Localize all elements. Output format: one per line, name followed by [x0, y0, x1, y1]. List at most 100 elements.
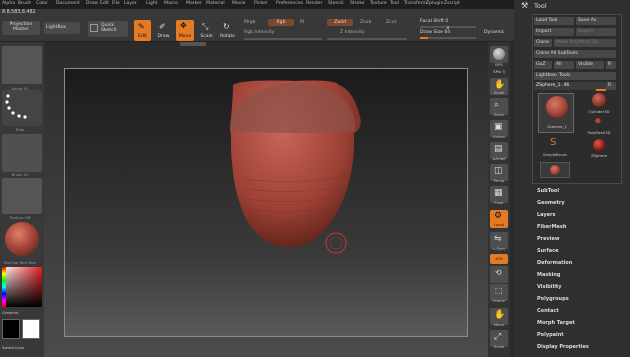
- tool-tile-zsphere-current[interactable]: Zsphere_1: [538, 93, 574, 133]
- all-button[interactable]: All: [554, 61, 574, 69]
- make-polymesh-button[interactable]: Make PolyMesh3D: [554, 39, 616, 47]
- lightbox-button[interactable]: LightBox: [44, 22, 80, 34]
- document-canvas[interactable]: [64, 68, 468, 337]
- texture-thumbnail[interactable]: [2, 178, 42, 214]
- secondary-color-swatch[interactable]: [22, 319, 40, 339]
- subpalette-subtool[interactable]: SubTool: [537, 188, 559, 194]
- menu-item-texture[interactable]: Texture: [370, 1, 387, 6]
- menu-item-document[interactable]: Document: [56, 1, 80, 6]
- menu-item-render[interactable]: Render: [306, 1, 322, 6]
- menu-item-file[interactable]: File: [112, 1, 120, 6]
- import-button[interactable]: Import: [534, 28, 574, 36]
- tool-tile-cylinder3d[interactable]: Cylinder3D: [584, 92, 614, 116]
- subpalette-surface[interactable]: Surface: [537, 248, 559, 254]
- color-picker[interactable]: [2, 267, 42, 307]
- draw-size-slider[interactable]: [420, 37, 476, 39]
- menu-item-brush[interactable]: Brush: [18, 1, 31, 6]
- menu-item-zscript[interactable]: Zscript: [444, 1, 460, 6]
- lightbox-tools-button[interactable]: Lightbox› Tools: [534, 72, 616, 80]
- tool-tile-zsphere[interactable]: ZSphere: [584, 138, 614, 162]
- menu-item-transform[interactable]: Transform: [404, 1, 427, 6]
- menu-item-draw[interactable]: Draw: [86, 1, 98, 6]
- quick-sketch-button[interactable]: Quick Sketch: [88, 21, 128, 37]
- goz-button[interactable]: GoZ: [534, 61, 552, 69]
- menu-item-zplugin[interactable]: Zplugin: [426, 1, 443, 6]
- stroke-thumbnail[interactable]: [2, 90, 42, 126]
- rotate-button[interactable]: ↻ Rotate: [219, 20, 236, 41]
- export-button[interactable]: Export: [576, 28, 616, 36]
- alpha-thumbnail[interactable]: [2, 46, 42, 84]
- scale-view-label: Scale: [493, 344, 505, 349]
- menu-item-marker[interactable]: Marker: [186, 1, 202, 6]
- subpalette-visibility[interactable]: Visibility: [537, 284, 562, 290]
- draw-button[interactable]: ✐ Draw: [155, 20, 172, 41]
- menu-item-edit[interactable]: Edit: [100, 1, 109, 6]
- load-tool-button[interactable]: Load Tool: [534, 17, 574, 25]
- clone-all-subtools-button[interactable]: Clone All SubTools: [534, 50, 616, 58]
- zcut-toggle[interactable]: Zcut: [386, 20, 396, 25]
- menu-item-macro[interactable]: Macro: [164, 1, 178, 6]
- lsym-label: L.Sym: [493, 246, 505, 251]
- subpalette-preview[interactable]: Preview: [537, 236, 560, 242]
- menu-item-material[interactable]: Material: [206, 1, 225, 6]
- switch-color-button[interactable]: SwitchColor: [2, 345, 42, 350]
- z-intensity-slider[interactable]: [327, 38, 407, 40]
- menu-item-picker[interactable]: Picker: [254, 1, 268, 6]
- tool-tile-polymesh3d[interactable]: ✸ PolyMesh3D: [584, 117, 614, 139]
- mrgb-toggle[interactable]: Mrgb: [244, 20, 256, 25]
- material-thumbnail[interactable]: [2, 220, 42, 260]
- menu-item-alpha[interactable]: Alpha: [2, 1, 15, 6]
- rotate-small-button[interactable]: ⟲: [490, 266, 508, 283]
- menu-item-preferences[interactable]: Preferences: [276, 1, 303, 6]
- zsphere-model[interactable]: [65, 69, 469, 338]
- save-as-button[interactable]: Save As: [576, 17, 616, 25]
- menu-item-movie[interactable]: Movie: [232, 1, 246, 6]
- menu-item-tool[interactable]: Tool: [390, 1, 399, 6]
- projection-master-button[interactable]: Projection Master: [2, 21, 40, 35]
- tool-tile-simplebrush[interactable]: S SimpleBrush: [538, 137, 572, 161]
- r-button[interactable]: R: [606, 61, 616, 69]
- menu-item-layer[interactable]: Layer: [124, 1, 137, 6]
- rgb-toggle[interactable]: Rgb: [268, 19, 294, 26]
- scale-view-icon: ⤢: [494, 332, 502, 342]
- focal-shift-handle[interactable]: [447, 26, 449, 29]
- visible-button[interactable]: Visible: [576, 61, 604, 69]
- subpalette-fibermesh[interactable]: FiberMesh: [537, 224, 566, 230]
- brush-thumbnail[interactable]: [2, 134, 42, 172]
- menu-item-stroke[interactable]: Stroke: [350, 1, 365, 6]
- menu-item-color[interactable]: Color: [36, 1, 48, 6]
- tool-tile-zsphere-small[interactable]: [540, 162, 570, 178]
- menu-item-stencil[interactable]: Stencil: [328, 1, 344, 6]
- subpalette-display-properties[interactable]: Display Properties: [537, 344, 589, 350]
- hue-strip[interactable]: [2, 267, 6, 307]
- subpalette-polypaint[interactable]: Polypaint: [537, 332, 564, 338]
- spix-slider[interactable]: SPix 3: [488, 69, 510, 74]
- dynamic-button[interactable]: Dynamic: [484, 30, 504, 35]
- zsphere-icon: [546, 96, 568, 118]
- clone-button[interactable]: Clone: [534, 39, 552, 47]
- subpalette-contact[interactable]: Contact: [537, 308, 559, 314]
- r2-button[interactable]: R: [606, 82, 616, 90]
- toolbar: 8.8,583,8.482 Projection Master LightBox…: [0, 9, 514, 42]
- persp-label: Persp: [493, 178, 505, 183]
- bpr-button[interactable]: [490, 46, 508, 63]
- menu-item-light[interactable]: Light: [146, 1, 157, 6]
- scale-button[interactable]: ⤡ Scale: [198, 20, 215, 41]
- subpalette-deformation[interactable]: Deformation: [537, 260, 572, 266]
- edit-button[interactable]: ✎ Edit: [134, 20, 151, 41]
- m-toggle[interactable]: M: [300, 20, 304, 25]
- rgb-intensity-slider[interactable]: [244, 38, 322, 40]
- zsub-toggle[interactable]: Zsub: [360, 20, 371, 25]
- zadd-toggle[interactable]: Zadd: [327, 19, 353, 26]
- move-button[interactable]: ✥ Move: [176, 20, 194, 41]
- subpalette-layers[interactable]: Layers: [537, 212, 556, 218]
- tool-panel-title[interactable]: Tool: [534, 2, 547, 10]
- main-color-swatch[interactable]: [2, 319, 20, 339]
- subpalette-morph-target[interactable]: Morph Target: [537, 320, 575, 326]
- edit-pencil-icon: ✎: [138, 22, 145, 31]
- canvas-scroll-handle[interactable]: [180, 42, 206, 46]
- subpalette-geometry[interactable]: Geometry: [537, 200, 565, 206]
- subpalette-polygroups[interactable]: Polygroups: [537, 296, 569, 302]
- subpalette-masking[interactable]: Masking: [537, 272, 561, 278]
- tile-label-cylinder3d: Cylinder3D: [588, 109, 610, 114]
